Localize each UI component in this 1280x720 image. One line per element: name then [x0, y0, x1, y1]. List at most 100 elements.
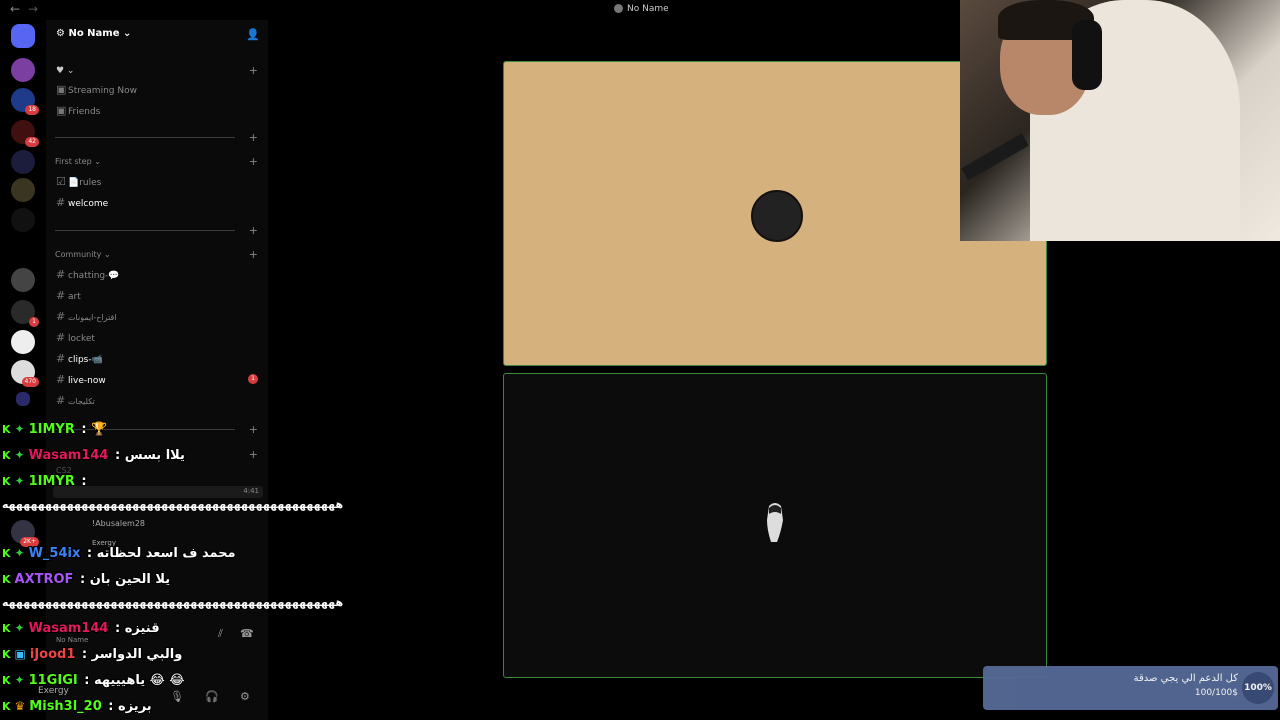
chat-username: 1IMYR	[28, 474, 75, 489]
sidebar-item-friends[interactable]: ▣ Friends	[56, 104, 100, 117]
server-icon-8[interactable]: 1	[11, 300, 39, 327]
folder-icon[interactable]	[16, 392, 30, 406]
server-header-icon: ⚙	[56, 28, 69, 39]
channel-sidebar: ⚙ No Name ⌄ 👤 ♥ ⌄ + ▣ Streaming Now ▣ Frie…	[46, 20, 268, 720]
add-channel-icon[interactable]: +	[249, 448, 258, 461]
hash-icon: #	[56, 196, 66, 209]
server-icon-10[interactable]: 470	[11, 360, 39, 387]
channel-art[interactable]: # art	[56, 289, 81, 302]
mention-badge: 42	[25, 137, 39, 147]
video-tile-user-2[interactable]	[503, 373, 1047, 678]
kick-icon: K	[2, 423, 11, 436]
kick-icon: K	[2, 573, 11, 586]
badge-icon: ✦	[14, 448, 25, 462]
channel-challenges[interactable]: # تكليجات	[56, 394, 95, 407]
server-icon-1[interactable]	[11, 58, 35, 82]
badge-icon: ✦	[14, 546, 25, 560]
add-channel-icon[interactable]: +	[249, 248, 258, 261]
hash-icon: #	[56, 268, 66, 281]
headphones-icon[interactable]: 🎧	[205, 690, 219, 703]
badge-icon: ▣	[14, 647, 26, 661]
sidebar-item-streaming-now[interactable]: ▣ Streaming Now	[56, 83, 137, 96]
forward-arrow-icon[interactable]: →	[28, 2, 38, 16]
channel-clips[interactable]: # clips-📹	[56, 352, 103, 365]
mention-badge: 1	[29, 317, 39, 327]
hash-icon: #	[56, 352, 66, 365]
server-icon-5[interactable]	[11, 178, 35, 202]
server-name-dropdown[interactable]: ⚙ No Name ⌄	[56, 28, 131, 39]
chat-message: K AXTROF : يلا الحين بان	[2, 572, 171, 587]
server-icon-2[interactable]: 18	[11, 88, 39, 115]
kick-icon: K	[2, 648, 11, 661]
add-channel-icon[interactable]: +	[249, 155, 258, 168]
unread-badge: 1	[248, 374, 258, 384]
server-icon-4[interactable]	[11, 150, 35, 174]
hash-icon: #	[56, 373, 66, 386]
donation-goal-text: كل الدعم الي يجي صدقة	[1133, 673, 1238, 684]
chat-text: 🏆	[91, 422, 108, 437]
settings-gear-icon[interactable]: ⚙	[240, 690, 250, 703]
hash-icon: #	[56, 289, 66, 302]
chat-message: K ✦ Wasam144 : يلاا بسس	[2, 448, 185, 463]
chat-username: 11GIGI	[28, 673, 78, 688]
server-icon-6[interactable]	[11, 208, 35, 232]
chat-message: K ✦ Wasam144 : قنيزه	[2, 621, 160, 636]
mention-badge: 18	[25, 105, 39, 115]
streamer-webcam	[960, 0, 1280, 241]
add-channel-icon[interactable]: +	[249, 64, 258, 77]
kick-icon: K	[2, 700, 11, 713]
server-icon-7[interactable]	[11, 268, 35, 292]
stream-icon: ▣	[56, 83, 67, 96]
noise-icon[interactable]: ⫽	[218, 627, 223, 641]
server-icon-11[interactable]: 2K+	[11, 520, 39, 547]
chat-text: محمد ف اسعد لحظاته	[96, 546, 236, 561]
badge-icon: ✦	[14, 673, 25, 687]
divider	[55, 230, 235, 231]
chat-message: K ✦ 1IMYR :	[2, 474, 87, 489]
badge-icon: ✦	[14, 422, 25, 436]
category-community[interactable]: Community ⌄	[55, 250, 111, 259]
back-arrow-icon[interactable]: ←	[10, 2, 20, 16]
hash-icon: #	[56, 310, 66, 323]
chat-text-overflow: هههههههههههههههههههههههههههههههههههههههه…	[2, 596, 344, 609]
kick-icon: K	[2, 622, 11, 635]
chat-message: K ▣ iJood1 : والبي الدواسر	[2, 647, 183, 662]
mic-icon[interactable]: 🎙	[170, 690, 184, 703]
discord-home-icon[interactable]	[11, 24, 35, 48]
add-channel-icon[interactable]: +	[249, 131, 258, 144]
chat-message: K ✦ 11GIGI : ياهيييهه 😂 😂	[2, 673, 185, 688]
chat-username: Wasam144	[28, 448, 109, 463]
favorites-dropdown[interactable]: ♥ ⌄	[56, 66, 74, 76]
portrait-icon	[767, 503, 783, 542]
friends-icon: ▣	[56, 104, 67, 117]
add-member-icon[interactable]: 👤	[246, 28, 260, 41]
window-topbar: ← → No Name	[0, 0, 960, 20]
hash-icon: #	[56, 394, 66, 407]
disconnect-icon[interactable]: ☎	[240, 627, 254, 640]
badge-icon: ♛	[14, 699, 26, 713]
donation-goal-widget: كل الدعم الي يجي صدقة 100/100$ 100%	[983, 666, 1278, 710]
chat-message: K ✦ 1IMYR : 🏆	[2, 422, 108, 437]
category-first-step[interactable]: First step ⌄	[55, 157, 101, 166]
server-icon-9[interactable]	[11, 330, 35, 354]
chat-username: W_54ix	[28, 546, 81, 561]
channel-rules[interactable]: ☑ 📄rules	[56, 175, 101, 188]
server-icon-3[interactable]: 42	[11, 120, 39, 147]
channel-chatting[interactable]: # chatting-💬	[56, 268, 120, 281]
chat-text: بريزه	[118, 699, 152, 714]
add-channel-icon[interactable]: +	[249, 423, 258, 436]
channel-locket[interactable]: # locket	[56, 331, 95, 344]
server-rail: 18 42 1 470 2K+	[0, 20, 46, 720]
channel-live-now[interactable]: # live-now	[56, 373, 106, 386]
add-channel-icon[interactable]: +	[249, 224, 258, 237]
user-server: No Name	[56, 636, 89, 644]
chat-username: Wasam144	[28, 621, 109, 636]
channel-welcome[interactable]: # welcome	[56, 196, 108, 209]
hash-icon: #	[56, 331, 66, 344]
voice-member[interactable]: !Abusalem28	[92, 519, 145, 528]
donation-progress-circle: 100%	[1242, 672, 1274, 704]
divider	[55, 137, 235, 138]
kick-icon: K	[2, 674, 11, 687]
channel-suggestions[interactable]: # اقتراح-ايمونات	[56, 310, 117, 323]
participant-avatar	[751, 498, 799, 546]
